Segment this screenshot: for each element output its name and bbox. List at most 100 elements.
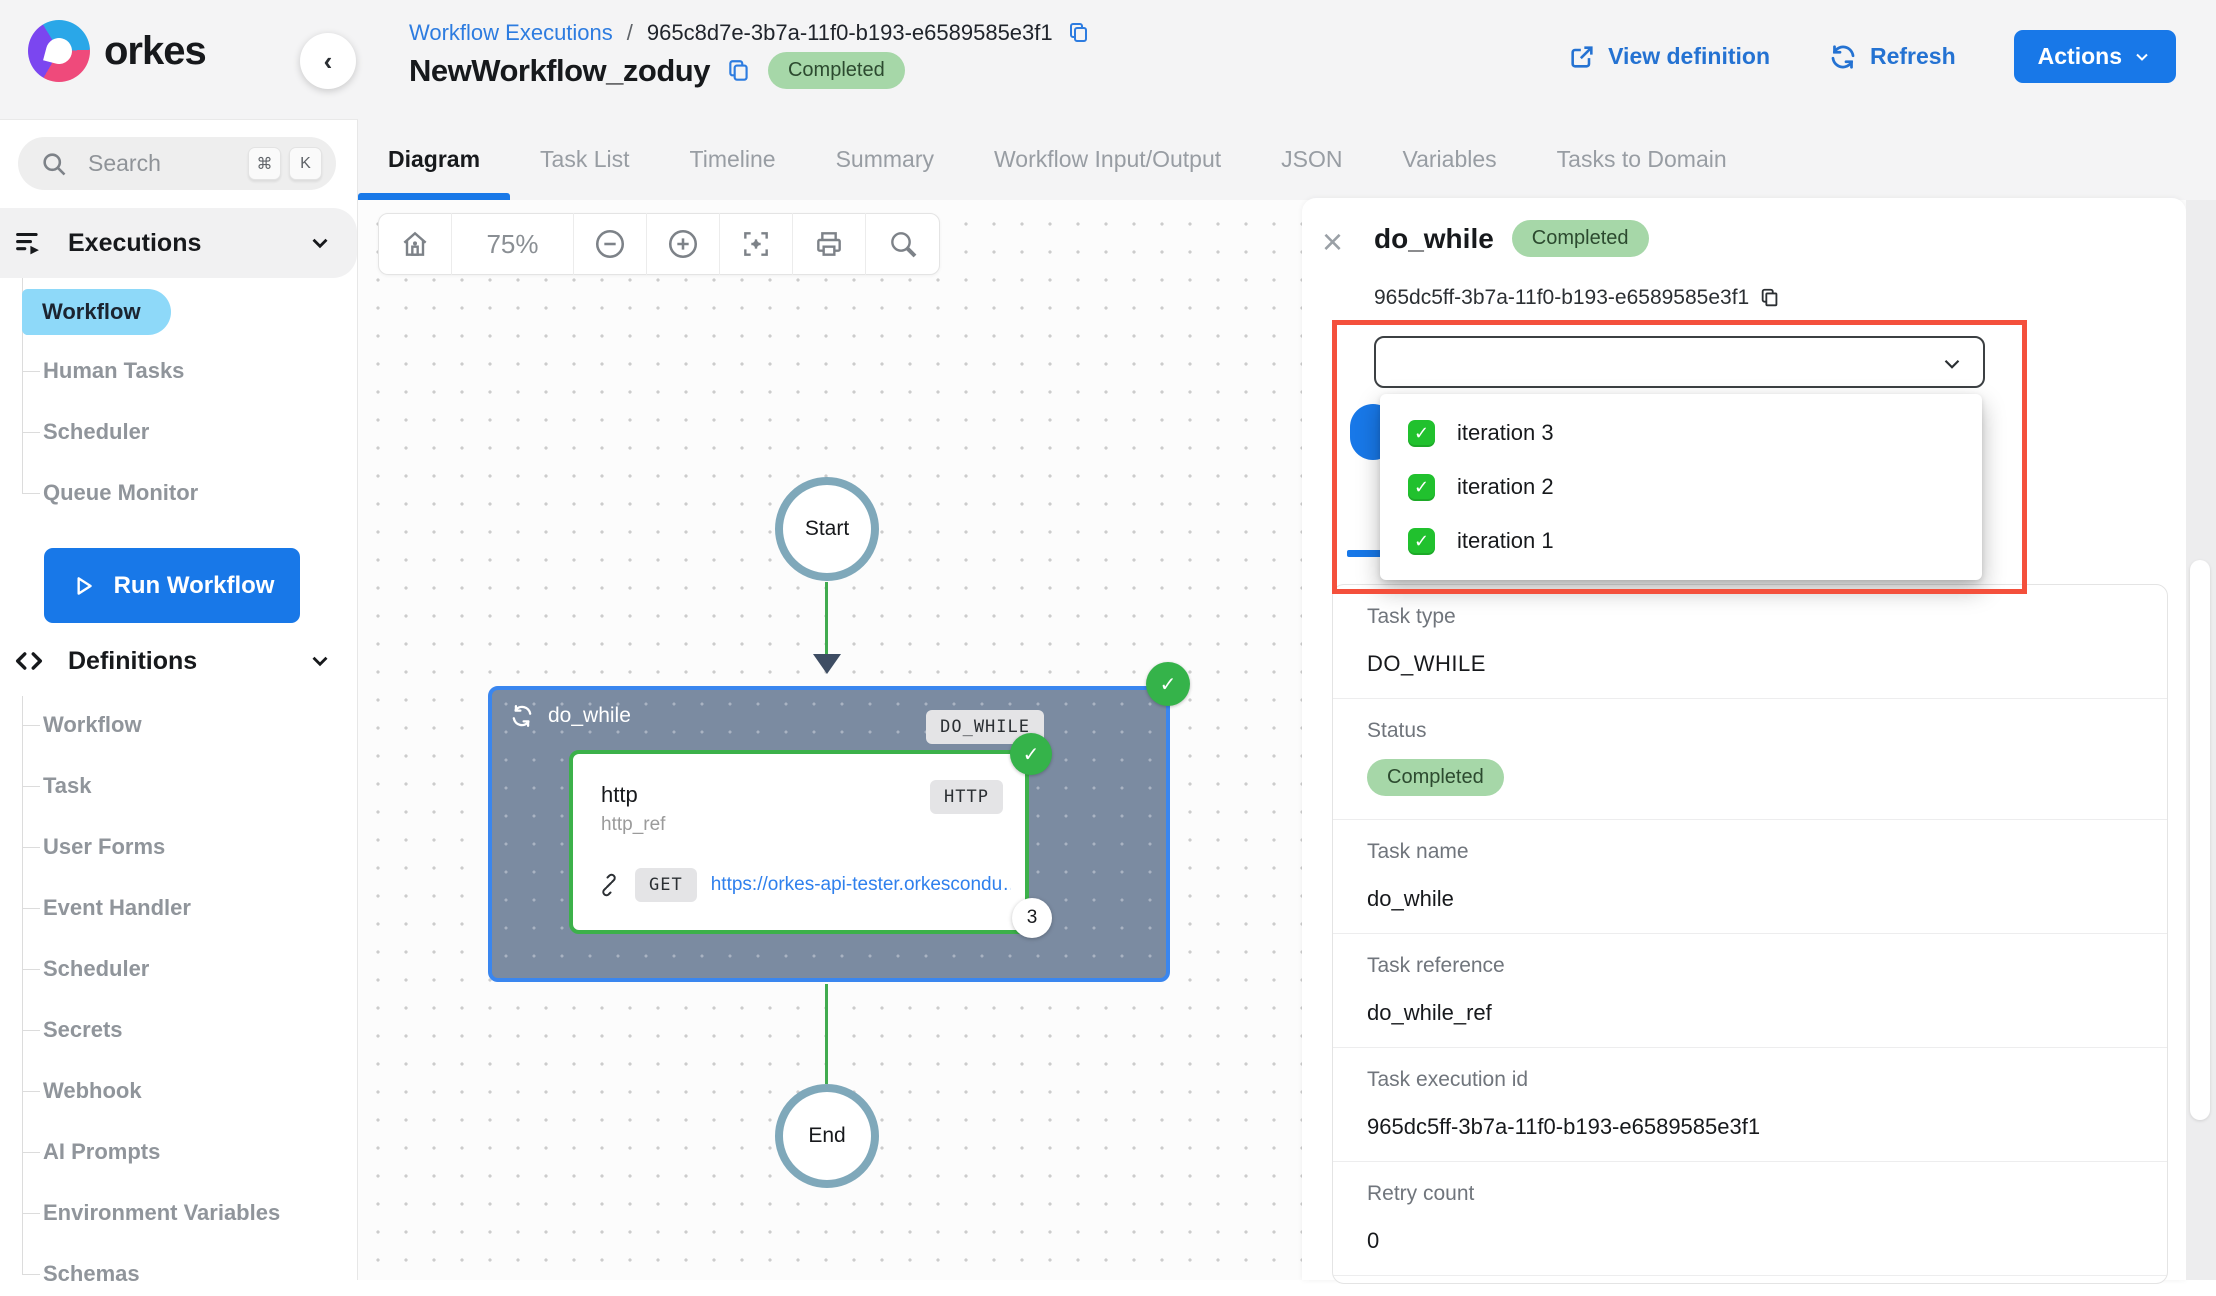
- start-node[interactable]: Start: [775, 477, 879, 581]
- sidebar-item-queue-monitor[interactable]: Queue Monitor: [0, 471, 198, 515]
- edge-arrowhead: [813, 654, 841, 674]
- start-node-label: Start: [805, 517, 849, 541]
- tab-timeline[interactable]: Timeline: [660, 119, 806, 200]
- iteration-option-1[interactable]: ✓ iteration 1: [1380, 514, 1982, 568]
- diagram-toolbar: 75%: [378, 213, 940, 275]
- iteration-dropdown-menu: ✓ iteration 3 ✓ iteration 2 ✓ iteration …: [1380, 394, 1982, 580]
- home-button[interactable]: [379, 213, 452, 275]
- search-icon: [40, 150, 68, 178]
- main-tabs: Diagram Task List Timeline Summary Workf…: [358, 119, 2216, 200]
- sidebar-item-scheduler-definitions[interactable]: Scheduler: [0, 947, 149, 991]
- run-workflow-button[interactable]: Run Workflow: [44, 548, 300, 623]
- shortcut-k-key: K: [289, 147, 322, 180]
- link-icon: [597, 873, 621, 897]
- zoom-out-button[interactable]: [574, 213, 647, 275]
- panel-scrollbar-track[interactable]: [2186, 200, 2216, 1280]
- orkes-logo[interactable]: orkes: [28, 20, 206, 82]
- field-row-retry-count: Retry count 0: [1333, 1162, 2167, 1276]
- home-icon: [399, 228, 431, 260]
- breadcrumb-separator: /: [627, 20, 633, 46]
- tab-tasks-to-domain[interactable]: Tasks to Domain: [1527, 119, 1757, 200]
- iteration-option-2[interactable]: ✓ iteration 2: [1380, 460, 1982, 514]
- task-details-panel: × do_while Completed 965dc5ff-3b7a-11f0-…: [1302, 198, 2186, 1280]
- breadcrumb-parent-link[interactable]: Workflow Executions: [409, 20, 613, 46]
- panel-scrollbar-thumb[interactable]: [2190, 560, 2210, 1120]
- workflow-status-badge: Completed: [768, 52, 905, 89]
- breadcrumb: Workflow Executions / 965c8d7e-3b7a-11f0…: [409, 20, 1091, 46]
- sidebar-item-environment-variables[interactable]: Environment Variables: [0, 1191, 280, 1235]
- sidebar-item-workflow-definitions[interactable]: Workflow: [0, 703, 142, 747]
- sidebar-section-executions[interactable]: Executions: [0, 208, 357, 278]
- sidebar: Search ⌘ K Executions Workflow Human Tas…: [0, 119, 358, 1280]
- code-icon: [12, 644, 46, 678]
- external-link-icon: [1568, 43, 1596, 71]
- fit-view-icon: [740, 228, 772, 260]
- iteration-option-3[interactable]: ✓ iteration 3: [1380, 406, 1982, 460]
- chevron-left-icon: ‹: [324, 46, 333, 77]
- checkbox-checked-icon: ✓: [1408, 528, 1435, 555]
- edge-start-to-loop: [825, 582, 828, 656]
- task-status-badge: Completed: [1512, 220, 1649, 257]
- view-definition-button[interactable]: View definition: [1568, 43, 1770, 71]
- end-node[interactable]: End: [775, 1084, 879, 1188]
- search-placeholder: Search: [88, 150, 240, 177]
- http-url-link[interactable]: https://orkes-api-tester.orkescondu…: [711, 874, 1011, 896]
- tab-variables[interactable]: Variables: [1372, 119, 1526, 200]
- executions-section-title: Executions: [68, 229, 307, 258]
- tab-json[interactable]: JSON: [1251, 119, 1372, 200]
- search-diagram-button[interactable]: [866, 213, 939, 275]
- sidebar-item-schemas[interactable]: Schemas: [0, 1252, 140, 1296]
- tab-diagram[interactable]: Diagram: [358, 119, 510, 200]
- workflow-title-row: NewWorkflow_zoduy Completed: [409, 52, 905, 89]
- do-while-node-label: do_while: [548, 704, 631, 728]
- sidebar-item-event-handler[interactable]: Event Handler: [0, 886, 191, 930]
- zoom-in-button[interactable]: [647, 213, 720, 275]
- http-task-node[interactable]: http http_ref HTTP GET https://orkes-api…: [569, 750, 1029, 934]
- loop-iteration-count-bubble[interactable]: 3: [1012, 898, 1052, 938]
- sidebar-item-ai-prompts[interactable]: AI Prompts: [0, 1130, 160, 1174]
- http-endpoint-row: GET https://orkes-api-tester.orkescondu…: [597, 868, 1011, 902]
- close-icon[interactable]: ×: [1322, 224, 1343, 260]
- sidebar-item-user-forms[interactable]: User Forms: [0, 825, 165, 869]
- tab-summary[interactable]: Summary: [806, 119, 964, 200]
- tab-task-list[interactable]: Task List: [510, 119, 659, 200]
- field-row-task-reference: Task reference do_while_ref: [1333, 934, 2167, 1048]
- sidebar-item-human-tasks[interactable]: Human Tasks: [0, 349, 184, 393]
- copy-icon[interactable]: [1759, 287, 1781, 309]
- sidebar-item-task[interactable]: Task: [0, 764, 92, 808]
- do-while-task-node[interactable]: do_while DO_WHILE http http_ref HTTP GET…: [488, 686, 1170, 982]
- sidebar-section-definitions[interactable]: Definitions: [0, 626, 357, 696]
- copy-icon[interactable]: [1067, 21, 1091, 45]
- end-node-label: End: [808, 1124, 845, 1148]
- actions-button[interactable]: Actions: [2014, 30, 2176, 83]
- chevron-down-icon: [2132, 47, 2152, 67]
- task-panel-header: do_while Completed: [1374, 220, 1649, 257]
- task-summary-fields: Task type DO_WHILE Status Completed Task…: [1332, 584, 2168, 1284]
- fit-view-button[interactable]: [720, 213, 793, 275]
- definitions-tree: Workflow Task User Forms Event Handler S…: [0, 696, 357, 1281]
- field-row-task-execution-id: Task execution id 965dc5ff-3b7a-11f0-b19…: [1333, 1048, 2167, 1162]
- tab-workflow-input-output[interactable]: Workflow Input/Output: [964, 119, 1251, 200]
- top-header: orkes ‹ Workflow Executions / 965c8d7e-3…: [0, 0, 2216, 119]
- iteration-select[interactable]: [1374, 336, 1985, 388]
- search-icon: [887, 228, 919, 260]
- task-panel-title: do_while: [1374, 223, 1494, 255]
- sidebar-collapse-button[interactable]: ‹: [300, 33, 356, 89]
- page: orkes ‹ Workflow Executions / 965c8d7e-3…: [0, 0, 2216, 1280]
- sidebar-item-scheduler-executions[interactable]: Scheduler: [0, 410, 149, 454]
- field-row-task-type: Task type DO_WHILE: [1333, 585, 2167, 699]
- search-input[interactable]: Search ⌘ K: [18, 137, 336, 190]
- sidebar-item-workflow-executions[interactable]: Workflow: [22, 289, 171, 335]
- copy-icon[interactable]: [726, 58, 752, 84]
- sidebar-item-secrets[interactable]: Secrets: [0, 1008, 123, 1052]
- do-while-node-header: do_while: [508, 702, 631, 730]
- http-method-badge: GET: [635, 868, 697, 902]
- checkbox-checked-icon: ✓: [1408, 474, 1435, 501]
- chevron-down-icon[interactable]: [307, 648, 333, 674]
- refresh-icon: [1828, 42, 1858, 72]
- chevron-down-icon[interactable]: [307, 230, 333, 256]
- refresh-button[interactable]: Refresh: [1828, 42, 1956, 72]
- sidebar-item-webhook[interactable]: Webhook: [0, 1069, 142, 1113]
- run-workflow-label: Run Workflow: [114, 572, 275, 600]
- print-button[interactable]: [793, 213, 866, 275]
